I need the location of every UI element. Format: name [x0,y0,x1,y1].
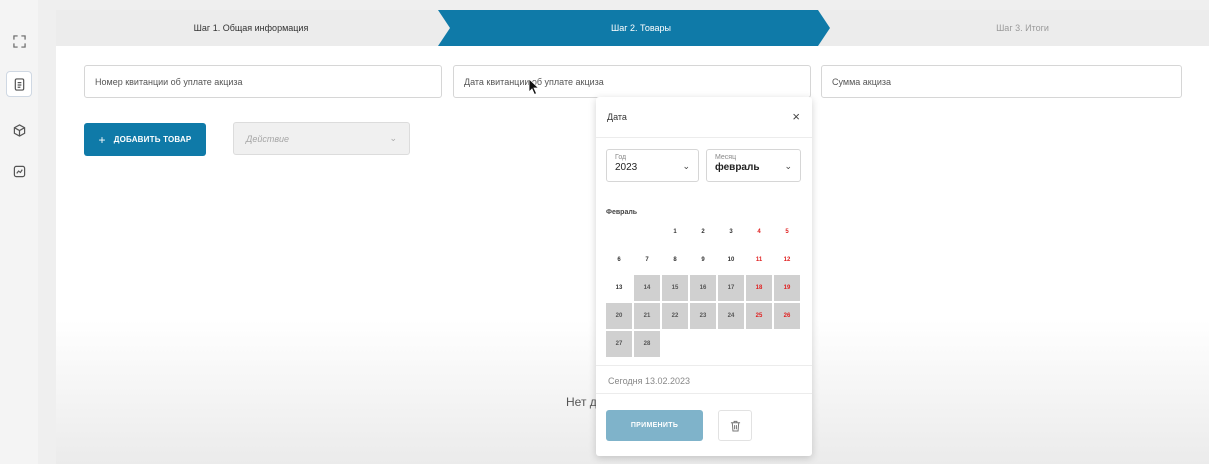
receipt-number-placeholder: Номер квитанции об уплате акциза [95,76,243,87]
chevron-down-icon: ⌄ [784,161,792,171]
excise-sum-placeholder: Сумма акциза [832,76,892,87]
step-2[interactable]: Шаг 2. Товары [446,10,836,46]
cube-icon[interactable] [6,117,32,143]
calendar-day: 26 [774,303,800,329]
calendar-month-label: Февраль [606,209,638,216]
close-icon[interactable]: × [792,109,800,124]
plus-icon: + [98,132,106,147]
calendar-day: 24 [718,303,744,329]
year-caption: Год [615,154,627,161]
calendar-day[interactable]: 7 [634,247,660,273]
delete-button[interactable] [718,410,752,441]
calendar-day[interactable]: 2 [690,219,716,245]
year-select[interactable]: Год 2023 ⌄ [606,149,699,182]
today-label[interactable]: Сегодня 13.02.2023 [608,376,690,386]
calendar-day[interactable]: 11 [746,247,772,273]
calendar-day: 28 [634,331,660,357]
calendar-day[interactable]: 1 [662,219,688,245]
add-product-button[interactable]: + ДОБАВИТЬ ТОВАР [84,123,206,156]
divider [596,393,812,394]
chevron-down-icon: ⌄ [389,133,397,143]
chart-icon[interactable] [6,158,32,184]
calendar-day[interactable]: 13 [606,275,632,301]
calendar-day[interactable]: 4 [746,219,772,245]
calendar-day: 17 [718,275,744,301]
receipt-number-field[interactable]: Номер квитанции об уплате акциза [84,65,442,98]
month-caption: Месяц [715,154,737,161]
calendar-day: 21 [634,303,660,329]
apply-button[interactable]: ПРИМЕНИТЬ [606,410,703,441]
chevron-down-icon: ⌄ [682,161,690,171]
action-select[interactable]: Действие ⌄ [233,122,410,155]
step-3[interactable]: Шаг 3. Итоги [836,10,1209,46]
calendar-day: 14 [634,275,660,301]
calendar-day: 23 [690,303,716,329]
calendar-day: 18 [746,275,772,301]
document-icon[interactable] [6,71,32,97]
datepicker-title: Дата [607,112,627,122]
trash-icon [730,420,740,432]
calendar-day: 20 [606,303,632,329]
calendar-day: 15 [662,275,688,301]
month-value: февраль [715,162,760,173]
calendar-day: 16 [690,275,716,301]
divider [596,137,812,138]
calendar-day: 25 [746,303,772,329]
calendar-day[interactable]: 3 [718,219,744,245]
stepper: Шаг 1. Общая информация Шаг 2. Товары Ша… [56,10,1209,46]
calendar-day[interactable]: 8 [662,247,688,273]
calendar-day[interactable]: 9 [690,247,716,273]
receipt-date-field[interactable]: Дата квитанции об уплате акциза [453,65,811,98]
year-value: 2023 [615,162,638,173]
mouse-cursor-icon [528,78,540,96]
step-1[interactable]: Шаг 1. Общая информация [56,10,446,46]
add-product-label: ДОБАВИТЬ ТОВАР [113,135,192,144]
calendar-day[interactable]: 6 [606,247,632,273]
calendar-day[interactable]: 12 [774,247,800,273]
calendar-day: 27 [606,331,632,357]
left-rail [0,0,38,464]
action-select-value: Действие [246,133,290,144]
month-select[interactable]: Месяц февраль ⌄ [706,149,801,182]
datepicker-popup: Дата × Год 2023 ⌄ Месяц февраль ⌄ Феврал… [596,97,812,456]
expand-icon[interactable] [6,28,32,54]
calendar-day: 19 [774,275,800,301]
excise-sum-field[interactable]: Сумма акциза [821,65,1182,98]
empty-state-text: Нет д [566,395,597,409]
calendar-day[interactable]: 5 [774,219,800,245]
calendar-day: 22 [662,303,688,329]
calendar-day[interactable]: 10 [718,247,744,273]
divider [596,365,812,366]
